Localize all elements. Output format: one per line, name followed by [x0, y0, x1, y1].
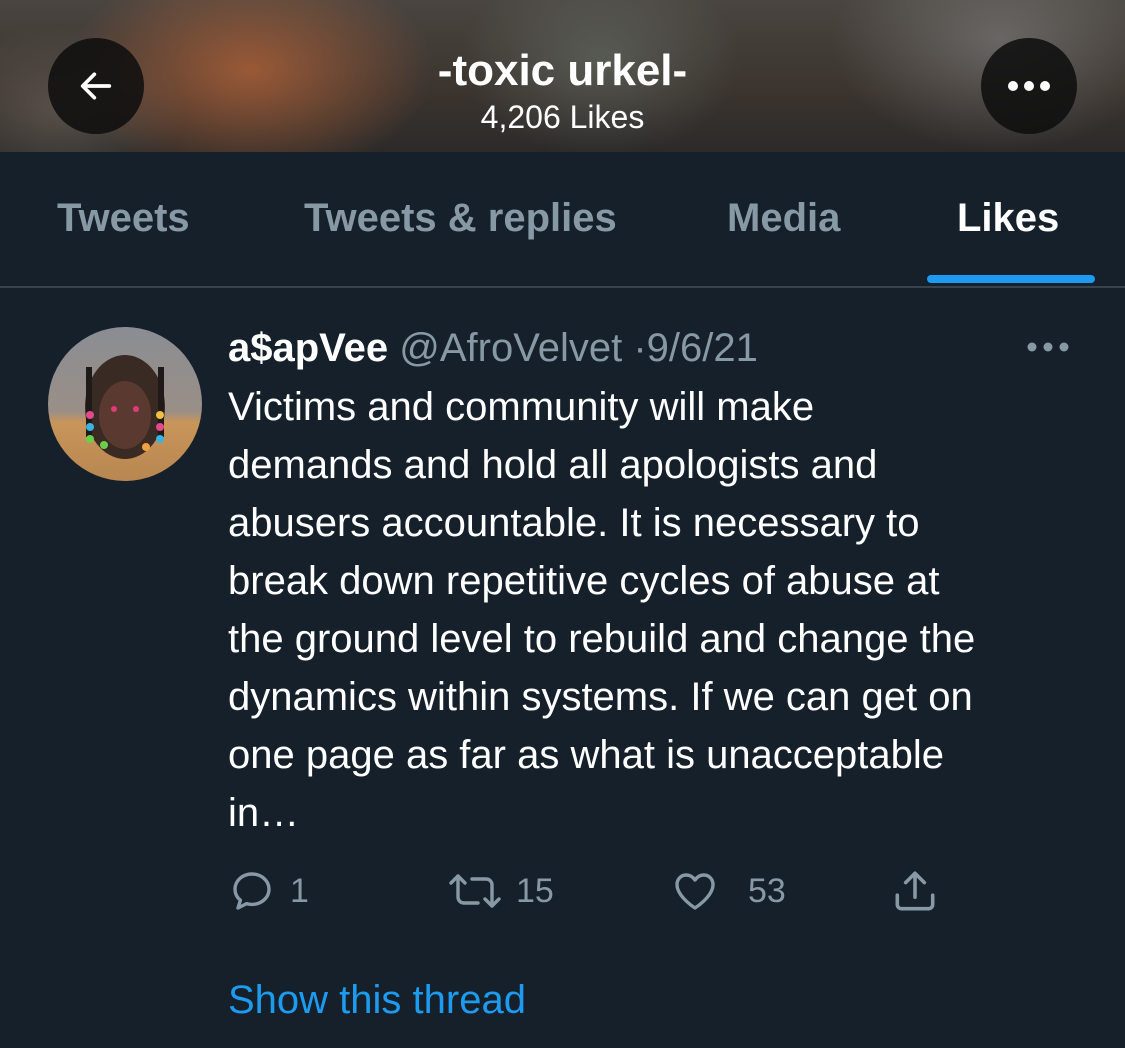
author-handle[interactable]: @AfroVelvet [399, 326, 622, 370]
author-avatar[interactable] [48, 327, 202, 481]
tab-tweets-and-replies[interactable]: Tweets & replies [304, 192, 617, 244]
tweet-date[interactable]: 9/6/21 [647, 326, 758, 370]
meta-separator: · [633, 326, 647, 370]
retweet-count: 15 [516, 871, 554, 910]
retweet-button[interactable]: 15 [448, 866, 554, 916]
retweet-icon [449, 874, 501, 908]
reply-button[interactable]: 1 [228, 866, 309, 916]
tab-likes[interactable]: Likes [957, 192, 1059, 244]
tweet-header: a$apVee @AfroVelvet ·9/6/21 [228, 322, 758, 374]
more-horizontal-icon [1008, 81, 1050, 91]
like-button[interactable]: 53 [670, 866, 786, 916]
author-name[interactable]: a$apVee [228, 326, 388, 370]
profile-likes-screen: -toxic urkel- 4,206 Likes Tweets Tweets … [0, 0, 1125, 1048]
show-thread-link[interactable]: Show this thread [228, 974, 526, 1026]
reply-icon [233, 872, 271, 910]
share-icon [895, 871, 935, 911]
tab-tweets[interactable]: Tweets [57, 192, 190, 244]
profile-header: -toxic urkel- 4,206 Likes [0, 0, 1125, 152]
more-horizontal-icon [1027, 342, 1069, 352]
tweet-text: Victims and community will make demands … [228, 385, 976, 835]
tab-media[interactable]: Media [727, 192, 840, 244]
tweet-more-button[interactable] [1026, 340, 1070, 358]
share-button[interactable] [890, 866, 940, 916]
profile-display-name: -toxic urkel- [437, 46, 688, 95]
tweet-actions: 1 15 53 [0, 866, 1125, 916]
like-count: 53 [748, 871, 786, 910]
reply-count: 1 [290, 871, 309, 910]
more-options-button[interactable] [981, 38, 1077, 134]
active-tab-indicator [927, 275, 1095, 283]
profile-tabs: Tweets Tweets & replies Media Likes [0, 152, 1125, 288]
heart-icon [675, 873, 715, 910]
likes-count: 4,206 Likes [480, 99, 645, 135]
avatar-image [48, 327, 202, 481]
